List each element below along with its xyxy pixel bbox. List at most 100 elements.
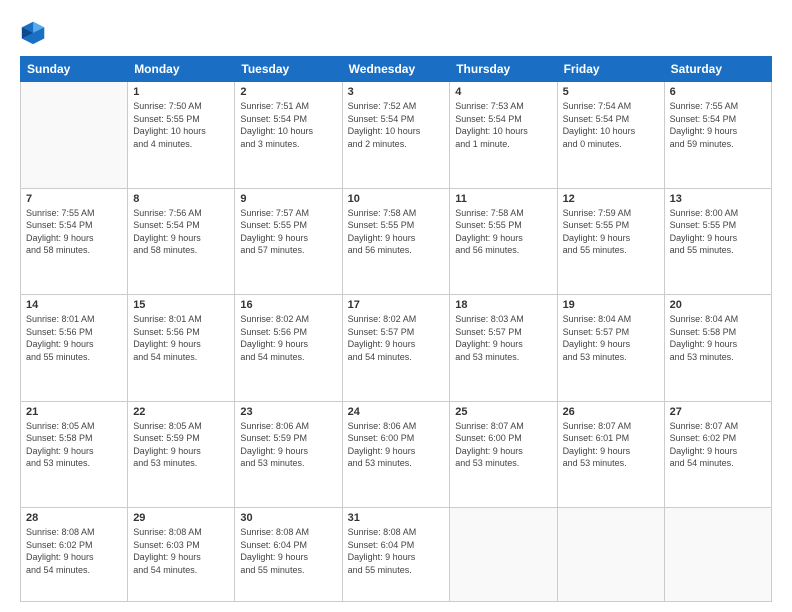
day-number: 7 — [26, 193, 122, 205]
day-info: Sunrise: 7:51 AMSunset: 5:54 PMDaylight:… — [240, 100, 336, 150]
day-info: Sunrise: 8:02 AMSunset: 5:56 PMDaylight:… — [240, 313, 336, 363]
day-info: Sunrise: 7:54 AMSunset: 5:54 PMDaylight:… — [563, 100, 659, 150]
day-info: Sunrise: 7:57 AMSunset: 5:55 PMDaylight:… — [240, 207, 336, 257]
calendar-cell: 5 Sunrise: 7:54 AMSunset: 5:54 PMDaylight… — [557, 82, 664, 189]
calendar-cell: 28 Sunrise: 8:08 AMSunset: 6:02 PMDayligh… — [21, 508, 128, 602]
calendar-cell: 11 Sunrise: 7:58 AMSunset: 5:55 PMDayligh… — [450, 188, 557, 295]
day-info: Sunrise: 8:07 AMSunset: 6:00 PMDaylight:… — [455, 420, 551, 470]
day-number: 30 — [240, 512, 336, 524]
day-number: 31 — [348, 512, 445, 524]
day-number: 18 — [455, 299, 551, 311]
day-number: 26 — [563, 406, 659, 418]
calendar-week-2: 7 Sunrise: 7:55 AMSunset: 5:54 PMDaylight… — [21, 188, 772, 295]
calendar-cell: 24 Sunrise: 8:06 AMSunset: 6:00 PMDayligh… — [342, 401, 450, 508]
day-number: 27 — [670, 406, 766, 418]
day-info: Sunrise: 8:03 AMSunset: 5:57 PMDaylight:… — [455, 313, 551, 363]
calendar-cell — [664, 508, 771, 602]
day-info: Sunrise: 8:04 AMSunset: 5:58 PMDaylight:… — [670, 313, 766, 363]
calendar-cell: 30Sunrise: 8:08 AMSunset: 6:04 PMDayligh… — [235, 508, 342, 602]
day-number: 23 — [240, 406, 336, 418]
calendar-week-1: 1 Sunrise: 7:50 AMSunset: 5:55 PMDaylight… — [21, 82, 772, 189]
weekday-header-thursday: Thursday — [450, 57, 557, 82]
calendar-cell: 2Sunrise: 7:51 AMSunset: 5:54 PMDaylight… — [235, 82, 342, 189]
weekday-header-wednesday: Wednesday — [342, 57, 450, 82]
day-number: 12 — [563, 193, 659, 205]
day-info: Sunrise: 8:01 AMSunset: 5:56 PMDaylight:… — [133, 313, 229, 363]
day-info: Sunrise: 7:58 AMSunset: 5:55 PMDaylight:… — [348, 207, 445, 257]
day-number: 15 — [133, 299, 229, 311]
day-number: 8 — [133, 193, 229, 205]
calendar-cell: 3 Sunrise: 7:52 AMSunset: 5:54 PMDaylight… — [342, 82, 450, 189]
calendar-cell: 8 Sunrise: 7:56 AMSunset: 5:54 PMDaylight… — [128, 188, 235, 295]
day-info: Sunrise: 8:06 AMSunset: 5:59 PMDaylight:… — [240, 420, 336, 470]
calendar-cell: 21 Sunrise: 8:05 AMSunset: 5:58 PMDayligh… — [21, 401, 128, 508]
calendar-cell: 16 Sunrise: 8:02 AMSunset: 5:56 PMDayligh… — [235, 295, 342, 402]
day-number: 11 — [455, 193, 551, 205]
calendar-cell: 13Sunrise: 8:00 AMSunset: 5:55 PMDayligh… — [664, 188, 771, 295]
calendar-week-4: 21 Sunrise: 8:05 AMSunset: 5:58 PMDayligh… — [21, 401, 772, 508]
weekday-header-saturday: Saturday — [664, 57, 771, 82]
calendar-week-3: 14 Sunrise: 8:01 AMSunset: 5:56 PMDayligh… — [21, 295, 772, 402]
day-info: Sunrise: 8:02 AMSunset: 5:57 PMDaylight:… — [348, 313, 445, 363]
weekday-header-tuesday: Tuesday — [235, 57, 342, 82]
day-info: Sunrise: 7:55 AMSunset: 5:54 PMDaylight:… — [670, 100, 766, 150]
calendar-cell — [450, 508, 557, 602]
day-number: 29 — [133, 512, 229, 524]
day-info: Sunrise: 8:07 AMSunset: 6:01 PMDaylight:… — [563, 420, 659, 470]
calendar-page: SundayMondayTuesdayWednesdayThursdayFrid… — [0, 0, 792, 612]
day-info: Sunrise: 8:05 AMSunset: 5:59 PMDaylight:… — [133, 420, 229, 470]
logo-icon — [20, 18, 48, 46]
day-info: Sunrise: 8:06 AMSunset: 6:00 PMDaylight:… — [348, 420, 445, 470]
day-info: Sunrise: 8:08 AMSunset: 6:04 PMDaylight:… — [348, 526, 445, 576]
day-info: Sunrise: 7:58 AMSunset: 5:55 PMDaylight:… — [455, 207, 551, 257]
day-number: 1 — [133, 86, 229, 98]
calendar-cell: 7 Sunrise: 7:55 AMSunset: 5:54 PMDaylight… — [21, 188, 128, 295]
day-info: Sunrise: 8:08 AMSunset: 6:03 PMDaylight:… — [133, 526, 229, 576]
calendar-cell: 31 Sunrise: 8:08 AMSunset: 6:04 PMDayligh… — [342, 508, 450, 602]
calendar-week-5: 28 Sunrise: 8:08 AMSunset: 6:02 PMDayligh… — [21, 508, 772, 602]
day-info: Sunrise: 7:52 AMSunset: 5:54 PMDaylight:… — [348, 100, 445, 150]
day-info: Sunrise: 8:05 AMSunset: 5:58 PMDaylight:… — [26, 420, 122, 470]
weekday-header-row: SundayMondayTuesdayWednesdayThursdayFrid… — [21, 57, 772, 82]
calendar-cell: 25 Sunrise: 8:07 AMSunset: 6:00 PMDayligh… — [450, 401, 557, 508]
day-number: 5 — [563, 86, 659, 98]
day-info: Sunrise: 7:55 AMSunset: 5:54 PMDaylight:… — [26, 207, 122, 257]
calendar-cell: 27 Sunrise: 8:07 AMSunset: 6:02 PMDayligh… — [664, 401, 771, 508]
day-number: 10 — [348, 193, 445, 205]
day-number: 6 — [670, 86, 766, 98]
calendar-cell: 12Sunrise: 7:59 AMSunset: 5:55 PMDayligh… — [557, 188, 664, 295]
day-number: 16 — [240, 299, 336, 311]
day-number: 14 — [26, 299, 122, 311]
logo — [20, 18, 52, 46]
calendar-cell: 29 Sunrise: 8:08 AMSunset: 6:03 PMDayligh… — [128, 508, 235, 602]
calendar-cell: 19 Sunrise: 8:04 AMSunset: 5:57 PMDayligh… — [557, 295, 664, 402]
day-number: 4 — [455, 86, 551, 98]
calendar-cell: 14Sunrise: 8:01 AMSunset: 5:56 PMDayligh… — [21, 295, 128, 402]
day-info: Sunrise: 7:50 AMSunset: 5:55 PMDaylight:… — [133, 100, 229, 150]
weekday-header-monday: Monday — [128, 57, 235, 82]
weekday-header-friday: Friday — [557, 57, 664, 82]
day-number: 25 — [455, 406, 551, 418]
day-number: 19 — [563, 299, 659, 311]
calendar-cell: 17Sunrise: 8:02 AMSunset: 5:57 PMDayligh… — [342, 295, 450, 402]
day-info: Sunrise: 7:56 AMSunset: 5:54 PMDaylight:… — [133, 207, 229, 257]
day-number: 20 — [670, 299, 766, 311]
header — [20, 18, 772, 46]
day-info: Sunrise: 7:53 AMSunset: 5:54 PMDaylight:… — [455, 100, 551, 150]
calendar-cell: 9 Sunrise: 7:57 AMSunset: 5:55 PMDaylight… — [235, 188, 342, 295]
day-info: Sunrise: 8:08 AMSunset: 6:02 PMDaylight:… — [26, 526, 122, 576]
calendar-cell: 10 Sunrise: 7:58 AMSunset: 5:55 PMDayligh… — [342, 188, 450, 295]
calendar-cell: 23 Sunrise: 8:06 AMSunset: 5:59 PMDayligh… — [235, 401, 342, 508]
calendar-cell: 20 Sunrise: 8:04 AMSunset: 5:58 PMDayligh… — [664, 295, 771, 402]
day-info: Sunrise: 8:04 AMSunset: 5:57 PMDaylight:… — [563, 313, 659, 363]
day-number: 13 — [670, 193, 766, 205]
day-info: Sunrise: 8:07 AMSunset: 6:02 PMDaylight:… — [670, 420, 766, 470]
calendar-cell — [21, 82, 128, 189]
calendar-cell: 15 Sunrise: 8:01 AMSunset: 5:56 PMDayligh… — [128, 295, 235, 402]
day-number: 28 — [26, 512, 122, 524]
calendar-cell: 4 Sunrise: 7:53 AMSunset: 5:54 PMDaylight… — [450, 82, 557, 189]
day-number: 9 — [240, 193, 336, 205]
day-number: 21 — [26, 406, 122, 418]
day-number: 3 — [348, 86, 445, 98]
day-number: 24 — [348, 406, 445, 418]
